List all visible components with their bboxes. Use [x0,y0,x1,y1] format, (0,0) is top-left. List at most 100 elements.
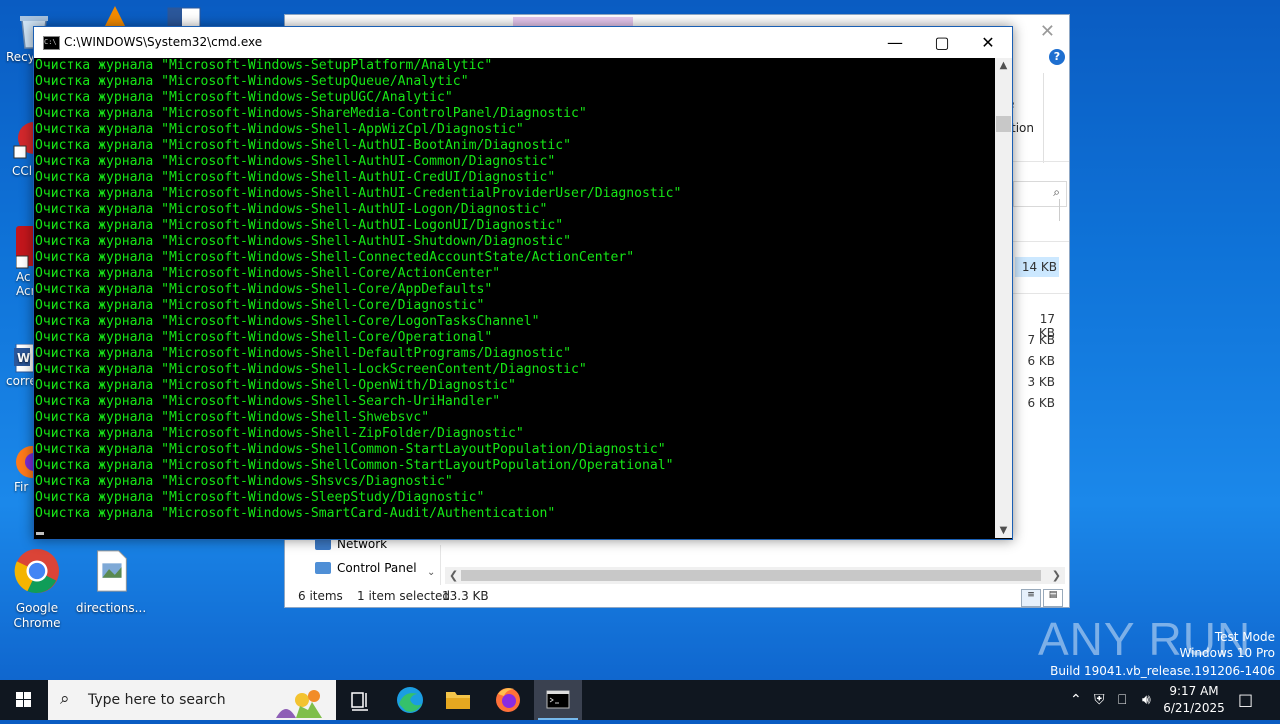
image-file-icon [97,550,127,592]
console-output[interactable]: Очистка журнала "Microsoft-Windows-Setup… [35,58,995,538]
console-line: Очистка журнала "Microsoft-Windows-Shell… [35,202,548,217]
details-view-button[interactable]: ≡ [1021,589,1041,607]
firefox-icon [496,688,520,712]
console-line: Очистка журнала "Microsoft-Windows-Shell… [35,138,572,153]
scroll-right-arrow[interactable]: ❯ [1052,567,1061,584]
console-line: Очистка журнала "Microsoft-Windows-Shell… [35,282,493,297]
file-size-cell[interactable]: 6 KB [1021,396,1055,410]
console-line: Очистка журнала "Microsoft-Windows-Share… [35,106,587,121]
search-placeholder: Type here to search [88,692,226,708]
file-size-cell[interactable]: 6 KB [1021,354,1055,368]
status-item-count: 6 items [298,589,343,603]
row-divider [1013,293,1069,294]
status-selected: 1 item selected [357,589,451,603]
svg-text:W: W [17,351,30,365]
security-icon[interactable]: ⛨ [1094,680,1112,720]
console-line: Очистка журнала "Microsoft-Windows-Shell… [35,122,524,137]
explorer-close-button[interactable]: ✕ [1040,21,1055,42]
clock-date: 6/21/2025 [1163,701,1225,715]
console-line: Очистка журнала "Microsoft-Windows-Sleep… [35,490,485,505]
pane-divider [1059,199,1060,221]
console-line: Очистка журнала "Microsoft-Windows-Shell… [35,186,682,201]
console-line: Очистка журнала "Microsoft-Windows-Shell… [35,250,635,265]
desktop-icon-directions[interactable]: directions... [74,548,148,615]
console-line: Очистка журнала "Microsoft-Windows-Shell… [35,362,587,377]
maximize-button[interactable]: ▢ [919,29,965,57]
console-line: Очистка журнала "Microsoft-Windows-Shell… [35,378,516,393]
file-size-cell[interactable]: 3 KB [1021,375,1055,389]
taskbar-search-box[interactable]: ⌕ Type here to search [48,680,336,720]
volume-icon[interactable]: 🔊︎ [1142,680,1160,720]
console-line: Очистка журнала "Microsoft-Windows-Smart… [35,506,556,521]
horizontal-scrollbar[interactable]: ❮ ❯ [445,567,1065,584]
nav-scroll-down-arrow[interactable]: ⌄ [427,567,435,578]
scroll-left-arrow[interactable]: ❮ [449,567,458,584]
search-icon: ⌕ [1053,185,1060,199]
clock-time: 9:17 AM [1169,684,1219,698]
close-button[interactable]: ✕ [965,29,1011,57]
start-button[interactable] [0,680,48,720]
network-icon[interactable]: ⎕ [1118,680,1136,720]
taskbar: ⌕ Type here to search ⌃ ⛨ ⎕ 🔊︎ 9:17 AM 6… [0,680,1280,720]
cmd-window-title: C:\WINDOWS\System32\cmd.exe [64,35,263,49]
large-icons-view-button[interactable]: ▤ [1043,589,1063,607]
console-line: Очистка журнала "Microsoft-Windows-Shell… [35,154,556,169]
file-size-cell[interactable]: 7 KB [1021,333,1055,347]
folder-icon [446,692,470,709]
show-hidden-icons-button[interactable]: ⌃ [1070,680,1088,720]
console-line: Очистка журнала "Microsoft-Windows-Shell… [35,426,524,441]
control-panel-icon [315,562,331,574]
console-line: Очистка журнала "Microsoft-Windows-Shell… [35,266,501,281]
help-icon[interactable]: ? [1049,49,1065,65]
ribbon-divider [1043,73,1044,163]
search-icon: ⌕ [60,689,70,709]
edge-icon [397,687,423,713]
console-line: Очистка журнала "Microsoft-Windows-Shell… [35,346,572,361]
taskbar-cmd[interactable] [534,680,582,720]
taskbar-clock[interactable]: 9:17 AM 6/21/2025 [1160,683,1228,717]
console-line: Очистка журнала "Microsoft-Windows-Shell… [35,298,485,313]
notifications-icon[interactable]: □ [1238,680,1258,720]
taskbar-firefox[interactable] [484,680,532,720]
console-line: Очистка журнала "Microsoft-Windows-Shell… [35,330,493,345]
console-line: Очистка журнала "Microsoft-Windows-Shell… [35,218,564,233]
console-line: Очистка журнала "Microsoft-Windows-Shell… [35,314,540,329]
desktop-icon-google-chrome[interactable]: Google Chrome [0,548,74,631]
text-cursor [36,532,44,535]
minimize-button[interactable]: — [872,29,918,57]
console-line: Очистка журнала "Microsoft-Windows-Setup… [35,58,493,73]
header-border [1013,241,1069,242]
console-line: Очистка журнала "Microsoft-Windows-Shell… [35,458,674,473]
taskbar-edge[interactable] [386,680,434,720]
ribbon-label-part: tion [1011,121,1034,135]
watermark-test-mode: Test Mode [1214,630,1275,644]
watermark-edition: Windows 10 Pro [1179,646,1275,660]
console-line: Очистка журнала "Microsoft-Windows-Shell… [35,234,572,249]
chrome-icon [14,548,60,594]
console-line: Очистка журнала "Microsoft-Windows-Shell… [35,442,666,457]
console-line: Очистка журнала "Microsoft-Windows-Setup… [35,74,469,89]
scrollbar-thumb[interactable] [461,570,1041,581]
nav-item-control-panel[interactable]: Control Panel [315,561,417,575]
cmd-titlebar[interactable]: C:\ C:\WINDOWS\System32\cmd.exe — ▢ ✕ [34,27,1012,58]
pane-splitter[interactable] [440,545,441,585]
file-size-cell[interactable]: 14 KB [1015,257,1059,277]
status-bar: 6 items 1 item selected 13.3 KB ≡ ▤ [285,587,1069,607]
watermark-build: Build 19041.vb_release.191206-1406 [1050,664,1275,678]
taskbar-task-view[interactable] [336,680,384,720]
cmd-vertical-scrollbar[interactable]: ▲ ▼ [995,58,1012,538]
cmd-icon [546,690,570,709]
desktop: Recy CCl Ac Acr W corre Fir Google Chrom… [0,0,1280,680]
console-line: Очистка журнала "Microsoft-Windows-Shsvc… [35,474,453,489]
cmd-window[interactable]: C:\ C:\WINDOWS\System32\cmd.exe — ▢ ✕ Оч… [33,26,1013,540]
scroll-up-arrow[interactable]: ▲ [995,60,1012,71]
cmd-scrollbar-thumb[interactable] [996,116,1011,132]
console-line: Очистка журнала "Microsoft-Windows-Shell… [35,410,430,425]
cmd-app-icon: C:\ [43,36,60,50]
console-line: Очистка журнала "Microsoft-Windows-Shell… [35,394,501,409]
console-line: Очистка журнала "Microsoft-Windows-Shell… [35,170,556,185]
taskbar-file-explorer[interactable] [434,680,482,720]
windows-logo-icon [16,692,31,707]
status-size: 13.3 KB [442,589,489,603]
scroll-down-arrow[interactable]: ▼ [995,525,1012,536]
